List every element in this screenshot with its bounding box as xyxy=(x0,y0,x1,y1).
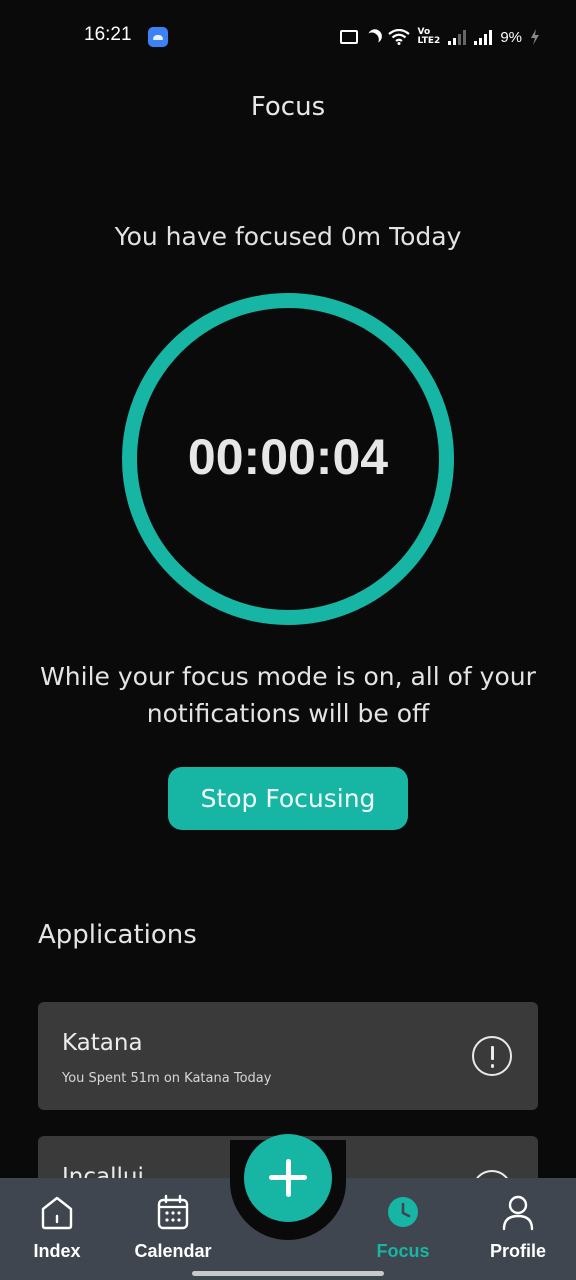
focus-note: While your focus mode is on, all of your… xyxy=(40,662,536,728)
timer-display: 00:00:04 xyxy=(187,429,389,485)
add-button[interactable] xyxy=(244,1134,332,1222)
user-icon xyxy=(502,1195,534,1231)
screen-record-icon xyxy=(339,30,358,44)
volte-bottom: LTE2 xyxy=(417,36,441,46)
nav-label: Focus xyxy=(376,1241,430,1261)
nav-label: Profile xyxy=(489,1241,546,1261)
moon-icon xyxy=(362,31,380,49)
status-time: 16:21 xyxy=(84,24,132,45)
page-title: Focus xyxy=(250,92,326,122)
applications-title: Applications xyxy=(38,920,197,950)
nav-item-focus[interactable]: Focus xyxy=(348,1192,458,1262)
nav-item-index[interactable]: Index xyxy=(2,1192,112,1262)
focused-summary: You have focused 0m Today xyxy=(114,222,462,251)
signal-icon xyxy=(474,29,493,45)
app-card[interactable]: Katana You Spent 51m on Katana Today xyxy=(38,1002,538,1110)
nav-item-profile[interactable]: Profile xyxy=(463,1192,573,1262)
nav-item-calendar[interactable]: Calendar xyxy=(118,1192,228,1262)
calendar-icon xyxy=(157,1194,189,1230)
signal-icon xyxy=(448,29,467,45)
info-icon[interactable] xyxy=(472,1036,512,1076)
home-indicator[interactable] xyxy=(192,1271,384,1276)
stop-focusing-button[interactable]: Stop Focusing xyxy=(168,767,408,830)
clock-icon xyxy=(388,1197,418,1227)
status-icons: Vo LTE2 9% xyxy=(339,25,540,49)
volte-icon: Vo LTE2 xyxy=(418,28,441,46)
wifi-icon xyxy=(387,29,410,45)
nav-label: Calendar xyxy=(134,1241,212,1261)
app-usage: You Spent 51m on Katana Today xyxy=(62,1071,272,1086)
home-icon xyxy=(41,1196,73,1230)
app-name: Katana xyxy=(62,1030,143,1056)
app-notification-icon xyxy=(148,27,168,47)
plus-icon-stem xyxy=(285,1158,291,1197)
battery-charging-icon xyxy=(531,29,539,45)
nav-label: Index xyxy=(33,1241,81,1261)
battery-percent: 9% xyxy=(500,28,522,46)
status-bar: 16:21 Vo LTE2 9% xyxy=(0,0,576,74)
